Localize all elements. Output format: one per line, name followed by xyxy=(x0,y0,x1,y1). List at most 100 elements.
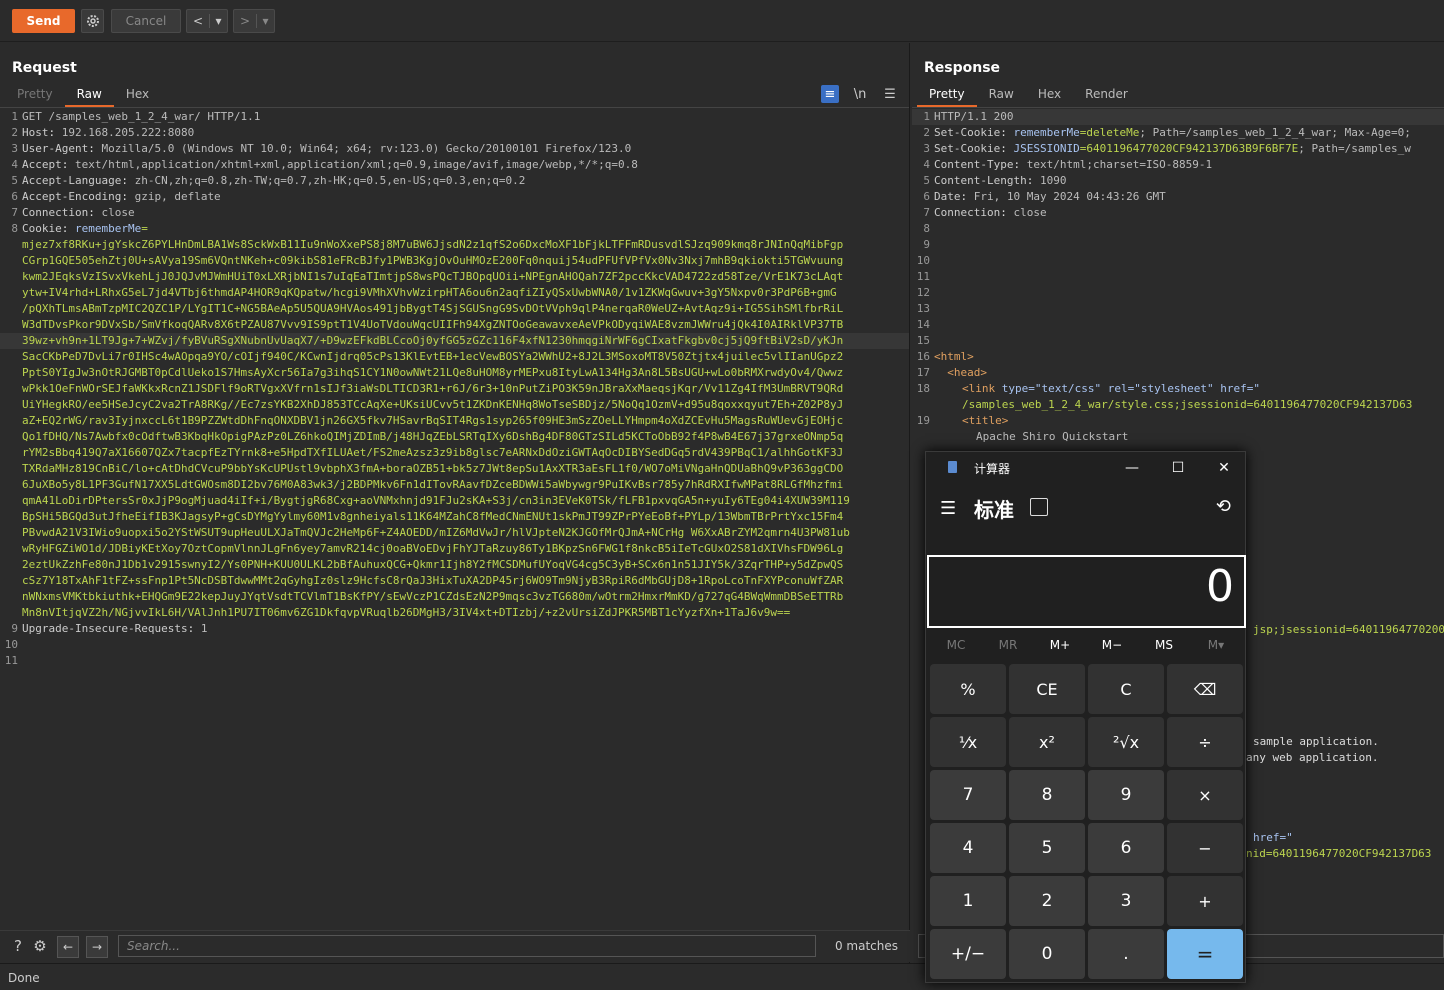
header-name: Set-Cookie xyxy=(934,142,1001,155)
tab-render[interactable]: Render xyxy=(1073,85,1140,107)
digit-7-button[interactable]: 7 xyxy=(930,770,1006,820)
tab-pretty[interactable]: Pretty xyxy=(917,85,977,107)
code-line: 18 <link type="text/css" rel="stylesheet"… xyxy=(912,381,1444,397)
tab-divider xyxy=(0,107,909,108)
digit-3-button[interactable]: 3 xyxy=(1088,876,1164,926)
add-button[interactable]: + xyxy=(1167,876,1243,926)
line-number: 7 xyxy=(923,206,930,219)
tab-raw[interactable]: Raw xyxy=(977,85,1026,107)
line-number xyxy=(0,429,22,445)
cookie-value-continued: aZ+EQ2rWG/rav3IyjnxccL6t1B9PZZWtdDhFnqON… xyxy=(22,414,844,427)
cookie-value-continued: PBvwdA21V3IWio9uopxi5o2YStWSUT9upHeuULXJ… xyxy=(22,526,850,539)
cookie-value-continued: mjez7xf8RKu+jgYskcZ6PYLHnDmLBA1Ws8SckWxB… xyxy=(22,238,844,251)
clear-button[interactable]: C xyxy=(1088,664,1164,714)
line-text: CGrp1GQE505ehZtj0U+sAVya19Sm6VQntNKeh+c0… xyxy=(22,253,909,269)
line-number xyxy=(0,525,22,541)
code-line: SacCKbPeD7DvLi7r0IHSc4wAOpqa9YO/cOIjf940… xyxy=(0,349,909,365)
response-fragment-nid: nid=6401196477020CF942137D63 xyxy=(1246,847,1432,860)
tab-pretty[interactable]: Pretty xyxy=(5,85,65,107)
divide-button[interactable]: ÷ xyxy=(1167,717,1243,767)
digit-0-button[interactable]: 0 xyxy=(1009,929,1085,979)
code-line: 6JuXBo5y8L1PF3GufN17XX5LdtGWOsm8DI2bv76M… xyxy=(0,477,909,493)
cookie-value-continued: 6JuXBo5y8L1PF3GufN17XX5LdtGWOsm8DI2bv76M… xyxy=(22,478,844,491)
backspace-button[interactable]: ⌫ xyxy=(1167,664,1243,714)
code-line: 7 Connection: close xyxy=(912,205,1444,221)
next-match-arrow-icon[interactable]: → xyxy=(86,936,108,958)
digit-8-button[interactable]: 8 xyxy=(1009,770,1085,820)
line-text: Upgrade-Insecure-Requests: 1 xyxy=(22,622,208,635)
calculator-titlebar[interactable]: 计算器 — ☐ ✕ xyxy=(926,452,1246,484)
request-search-bar: ? ⚙ ← → Search... 0 matches xyxy=(0,930,910,962)
menu-icon[interactable]: ☰ xyxy=(881,85,899,103)
code-line: 5 Accept-Language: zh-CN,zh;q=0.8,zh-TW;q… xyxy=(0,173,909,189)
history-icon[interactable]: ⟲ xyxy=(1216,496,1231,517)
forward-button[interactable]: > ▾ xyxy=(233,9,275,33)
memory-subtract-button[interactable]: M− xyxy=(1086,638,1138,652)
cookie-value-continued: rYM2sBbq419Q7aX16607QZx7tacpfEzTYrnk8+e5… xyxy=(22,446,844,459)
response-fragment-any: any web application. xyxy=(1246,751,1379,764)
digit-6-button[interactable]: 6 xyxy=(1088,823,1164,873)
multiply-button[interactable]: × xyxy=(1167,770,1243,820)
newline-toggle-icon[interactable]: \n xyxy=(851,85,869,103)
code-line: 1 GET /samples_web_1_2_4_war/ HTTP/1.1 xyxy=(0,109,909,125)
cookie-attributes: ; Path=/samples_w xyxy=(1298,142,1411,155)
digit-9-button[interactable]: 9 xyxy=(1088,770,1164,820)
back-button[interactable]: < ▾ xyxy=(186,9,228,33)
back-dropdown-icon[interactable]: ▾ xyxy=(209,14,227,28)
line-number: 19 xyxy=(916,414,930,427)
line-text: SacCKbPeD7DvLi7r0IHSc4wAOpqa9YO/cOIjf940… xyxy=(22,349,909,365)
code-line: 10 xyxy=(0,637,909,653)
code-line: UiYHegkRO/ee5HSeJcyC2va2TrA8RKg//Ec7zsYK… xyxy=(0,397,909,413)
negate-button[interactable]: +/− xyxy=(930,929,1006,979)
line-number: 8 xyxy=(923,222,930,235)
head-tag: <head> xyxy=(934,366,987,379)
minimize-icon[interactable]: — xyxy=(1112,456,1152,480)
digit-4-button[interactable]: 4 xyxy=(930,823,1006,873)
line-text: /samples_web_1_2_4_war/style.css;jsessio… xyxy=(934,397,1444,413)
memory-list-button[interactable]: M▾ xyxy=(1190,638,1242,652)
tab-hex[interactable]: Hex xyxy=(1026,85,1073,107)
percent-button[interactable]: % xyxy=(930,664,1006,714)
memory-clear-button[interactable]: MC xyxy=(930,638,982,652)
line-number: 5 xyxy=(923,174,930,187)
line-text xyxy=(22,637,909,653)
line-text: wPkk1OeFnWOrSEJfaWKkxRcnZ1JSDFlf9oRTVgxX… xyxy=(22,381,909,397)
digit-1-button[interactable]: 1 xyxy=(930,876,1006,926)
line-text: Connection: close xyxy=(22,206,135,219)
forward-dropdown-icon[interactable]: ▾ xyxy=(256,14,274,28)
digit-2-button[interactable]: 2 xyxy=(1009,876,1085,926)
word-wrap-icon[interactable]: ≡ xyxy=(821,85,839,103)
decimal-button[interactable]: . xyxy=(1088,929,1164,979)
reciprocal-button[interactable]: ⅟x xyxy=(930,717,1006,767)
hamburger-menu-icon[interactable]: ☰ xyxy=(940,498,956,519)
header-value: 1090 xyxy=(1033,174,1067,187)
digit-5-button[interactable]: 5 xyxy=(1009,823,1085,873)
previous-match-arrow-icon[interactable]: ← xyxy=(57,936,79,958)
tab-raw[interactable]: Raw xyxy=(64,85,114,107)
memory-recall-button[interactable]: MR xyxy=(982,638,1034,652)
tab-hex[interactable]: Hex xyxy=(114,85,161,107)
request-editor[interactable]: 1 GET /samples_web_1_2_4_war/ HTTP/1.1 2 Ho… xyxy=(0,109,909,669)
line-number: 4 xyxy=(11,158,18,171)
equals-button[interactable]: = xyxy=(1167,929,1243,979)
help-icon[interactable]: ? xyxy=(8,936,28,956)
code-line: 11 xyxy=(0,653,909,669)
settings-gear-icon[interactable]: ⚙ xyxy=(30,936,50,956)
cancel-button[interactable]: Cancel xyxy=(111,9,181,33)
square-root-button[interactable]: ²√x xyxy=(1088,717,1164,767)
settings-gear-icon[interactable] xyxy=(81,9,104,33)
header-value: gzip, deflate xyxy=(127,190,221,203)
response-editor[interactable]: 1 HTTP/1.1 200 2 Set-Cookie: rememberMe=del… xyxy=(912,109,1444,445)
maximize-icon[interactable]: ☐ xyxy=(1158,456,1198,480)
square-button[interactable]: x² xyxy=(1009,717,1085,767)
memory-store-button[interactable]: MS xyxy=(1138,638,1190,652)
line-number xyxy=(0,333,22,349)
close-icon[interactable]: ✕ xyxy=(1204,456,1244,480)
subtract-button[interactable]: − xyxy=(1167,823,1243,873)
clear-entry-button[interactable]: CE xyxy=(1009,664,1085,714)
keep-on-top-icon[interactable] xyxy=(1030,498,1048,516)
code-line: 15 xyxy=(912,333,1444,349)
send-button[interactable]: Send xyxy=(12,9,75,33)
memory-add-button[interactable]: M+ xyxy=(1034,638,1086,652)
search-input[interactable]: Search... xyxy=(118,935,816,957)
